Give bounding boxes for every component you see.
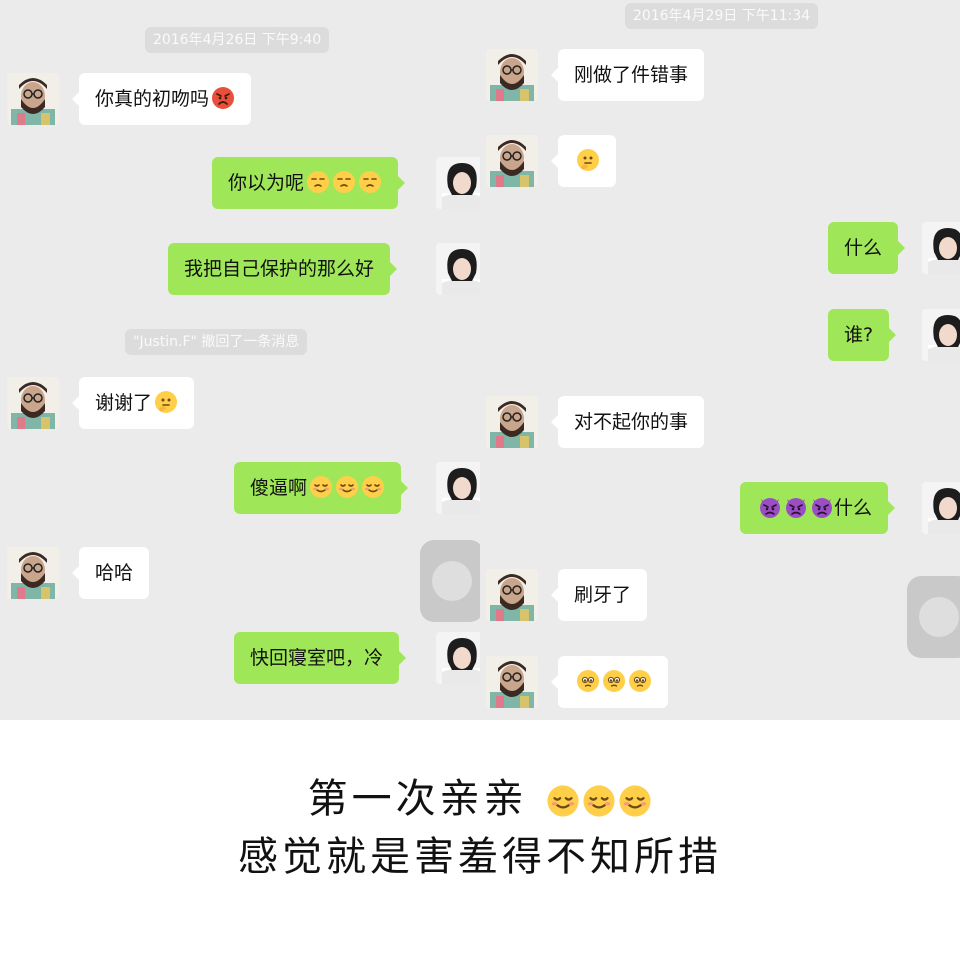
message-text: 刚做了件错事 (574, 64, 689, 86)
male-avatar[interactable] (486, 656, 538, 708)
male-avatar[interactable] (7, 377, 59, 429)
message-bubble[interactable]: 你真的初吻吗 (71, 73, 252, 125)
relieved-face-icon (335, 475, 359, 499)
thinking-face-icon (154, 390, 178, 414)
relieved-face-icon (309, 475, 333, 499)
caption-line-1: 第一次亲亲 (0, 770, 960, 828)
message-bubble[interactable]: 谢谢了 (71, 377, 195, 429)
message-bubble[interactable]: 什么 (740, 482, 896, 534)
imp-face-icon (758, 495, 782, 519)
message-bubble[interactable] (551, 135, 616, 187)
message-text: 快回寝室吧，冷 (250, 647, 384, 669)
assistive-touch-button[interactable] (420, 540, 480, 622)
imp-face-icon (784, 495, 808, 519)
female-avatar[interactable] (922, 309, 960, 361)
male-avatar[interactable] (7, 547, 59, 599)
caption-line-2: 感觉就是害羞得不知所措 (238, 834, 722, 880)
system-notice: "Justin.F" 撤回了一条消息 (125, 329, 308, 355)
message-bubble[interactable]: 我把自己保护的那么好 (168, 243, 398, 295)
message-text: 你真的初吻吗 (95, 88, 210, 110)
circle-icon (919, 597, 959, 637)
pleading-face-icon (576, 669, 600, 693)
angry-face-icon (211, 86, 235, 110)
circle-icon (432, 561, 472, 601)
message-bubble[interactable]: 傻逼啊 (234, 462, 409, 514)
message-text: 你以为呢 (228, 172, 305, 194)
female-avatar[interactable] (922, 482, 960, 534)
message-text: 谢谢了 (95, 392, 153, 414)
message-bubble[interactable]: 快回寝室吧，冷 (234, 632, 407, 684)
left-chat-panel: 2016年4月26日 下午9:40 你真的初吻吗 你以为呢 我把自己保护的那么好… (0, 0, 480, 720)
relieved-face-icon (582, 784, 616, 818)
message-text: 哈哈 (95, 562, 134, 584)
unamused-face-icon (358, 170, 382, 194)
message-text: 谁? (844, 324, 874, 346)
female-avatar[interactable] (922, 222, 960, 274)
pleading-face-icon (628, 669, 652, 693)
message-text: 对不起你的事 (574, 411, 689, 433)
male-avatar[interactable] (7, 73, 59, 125)
pleading-face-icon (602, 669, 626, 693)
relieved-face-icon (618, 784, 652, 818)
male-avatar[interactable] (486, 135, 538, 187)
male-avatar[interactable] (486, 396, 538, 448)
unamused-face-icon (306, 170, 330, 194)
message-text: 什么 (844, 237, 883, 259)
relieved-face-icon (361, 475, 385, 499)
message-text: 刷牙了 (574, 584, 632, 606)
female-avatar[interactable] (436, 157, 480, 209)
male-avatar[interactable] (486, 49, 538, 101)
message-bubble[interactable] (551, 656, 668, 708)
female-avatar[interactable] (436, 632, 480, 684)
male-avatar[interactable] (486, 569, 538, 621)
relieved-face-icon (546, 784, 580, 818)
message-bubble[interactable]: 谁? (828, 309, 897, 361)
thinking-face-icon (576, 148, 600, 172)
message-bubble[interactable]: 刚做了件错事 (550, 49, 705, 101)
caption: 第一次亲亲 感觉就是害羞得不知所措 (0, 770, 960, 886)
message-text: 我把自己保护的那么好 (184, 258, 375, 280)
timestamp: 2016年4月29日 下午11:34 (625, 3, 819, 29)
message-bubble[interactable]: 对不起你的事 (550, 396, 705, 448)
right-chat-panel: 2016年4月29日 下午11:34 刚做了件错事 什么 谁? 对不起你的事 什… (480, 0, 960, 720)
message-text: 傻逼啊 (250, 477, 308, 499)
timestamp: 2016年4月26日 下午9:40 (145, 27, 330, 53)
assistive-touch-button[interactable] (907, 576, 960, 658)
message-bubble[interactable]: 什么 (828, 222, 906, 274)
imp-face-icon (810, 495, 834, 519)
message-bubble[interactable]: 你以为呢 (212, 157, 406, 209)
message-bubble[interactable]: 刷牙了 (550, 569, 648, 621)
message-text: 什么 (834, 497, 873, 519)
unamused-face-icon (332, 170, 356, 194)
female-avatar[interactable] (436, 243, 480, 295)
caption-text: 第一次亲亲 (307, 776, 528, 822)
message-bubble[interactable]: 哈哈 (71, 547, 150, 599)
female-avatar[interactable] (436, 462, 480, 514)
